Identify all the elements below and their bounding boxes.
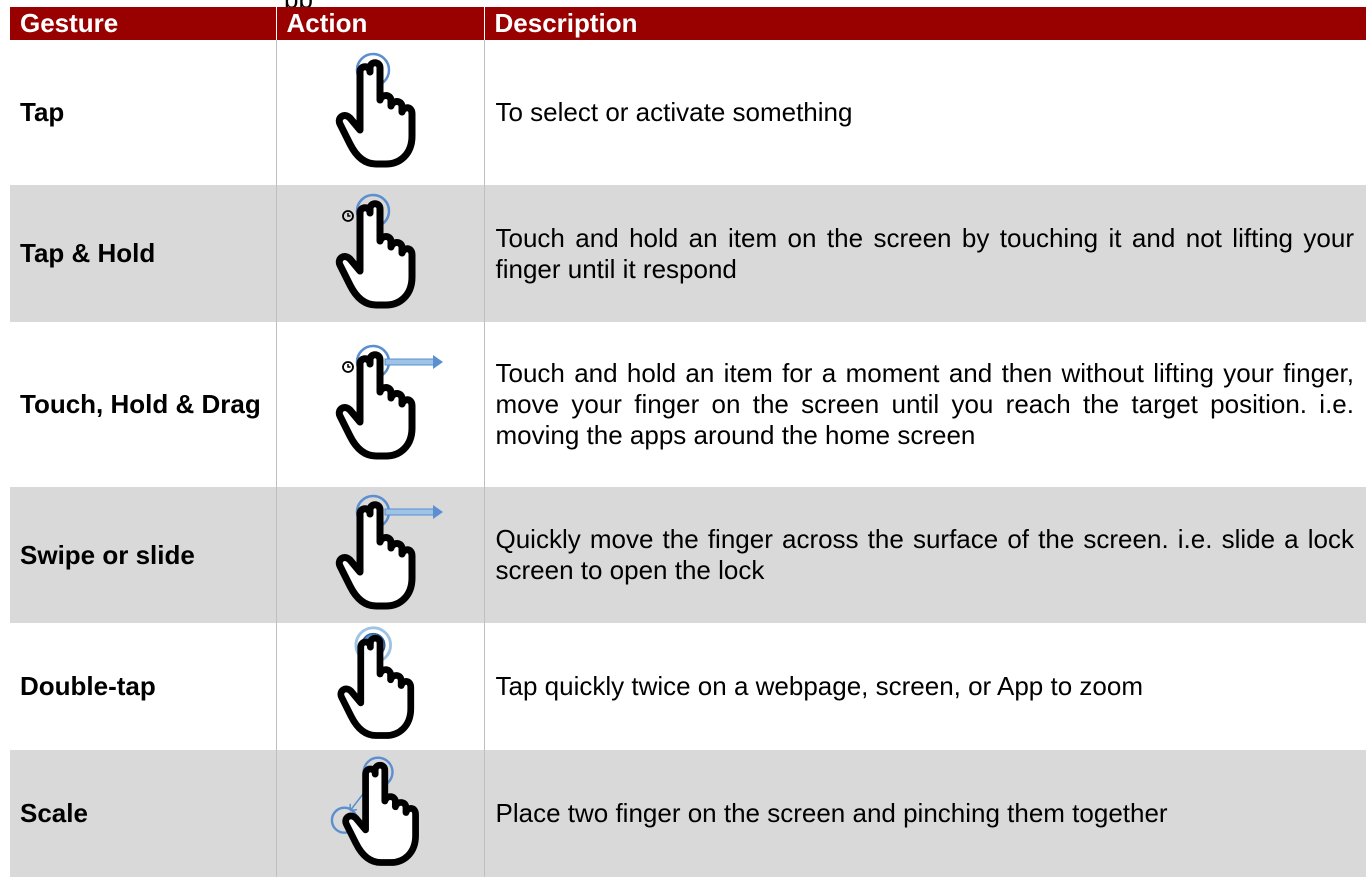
table-row: Double-tap Tap quickly twice on a webpag… <box>10 623 1366 750</box>
action-cell <box>276 322 485 487</box>
double-tap-gesture-icon <box>330 626 430 749</box>
clock-icon <box>342 360 354 373</box>
table-row: Touch, Hold & Drag Touch and hold an ite… <box>10 322 1366 487</box>
table-row: Scale Place two finger on the screen and… <box>10 750 1366 877</box>
action-cell <box>276 185 485 322</box>
gesture-description: Touch and hold an item on the screen by … <box>484 185 1366 322</box>
header-gesture: Gesture <box>10 7 277 40</box>
gesture-description: Place two finger on the screen and pinch… <box>484 750 1366 877</box>
gesture-name: Tap & Hold <box>10 185 277 322</box>
gesture-name: Swipe or slide <box>10 487 277 623</box>
table-row: Swipe or slide Quickly move the finger a… <box>10 487 1366 623</box>
action-cell <box>276 623 485 750</box>
header-description: Description <box>484 7 1366 40</box>
scale-gesture-icon <box>330 756 445 876</box>
gesture-name: Double-tap <box>10 623 277 750</box>
tap-gesture-icon <box>330 52 430 178</box>
action-cell <box>276 40 485 185</box>
gesture-table: Gesture Action Description Tap To select… <box>10 7 1366 877</box>
tap-hold-gesture-icon <box>330 193 430 319</box>
gesture-description: Touch and hold an item for a moment and … <box>484 322 1366 487</box>
gesture-name: Touch, Hold & Drag <box>10 322 277 487</box>
swipe-arrow-icon <box>384 505 443 519</box>
gesture-description: Quickly move the finger across the surfa… <box>484 487 1366 623</box>
drag-arrow-icon <box>384 354 443 369</box>
gesture-description: Tap quickly twice on a webpage, screen, … <box>484 623 1366 750</box>
swipe-gesture-icon <box>310 494 443 620</box>
table-row: Tap & Hold Touch and hold an item on the… <box>10 185 1366 322</box>
touch-hold-drag-gesture-icon <box>310 344 443 470</box>
table-row: Tap To select or activate something <box>10 40 1366 185</box>
gesture-description: To select or activate something <box>484 40 1366 185</box>
clock-icon <box>342 209 354 222</box>
header-action: Action <box>276 7 485 40</box>
action-cell <box>276 750 485 877</box>
gesture-name: Scale <box>10 750 277 877</box>
action-cell <box>276 487 485 623</box>
table-header-row: Gesture Action Description <box>10 7 1366 40</box>
gesture-name: Tap <box>10 40 277 185</box>
